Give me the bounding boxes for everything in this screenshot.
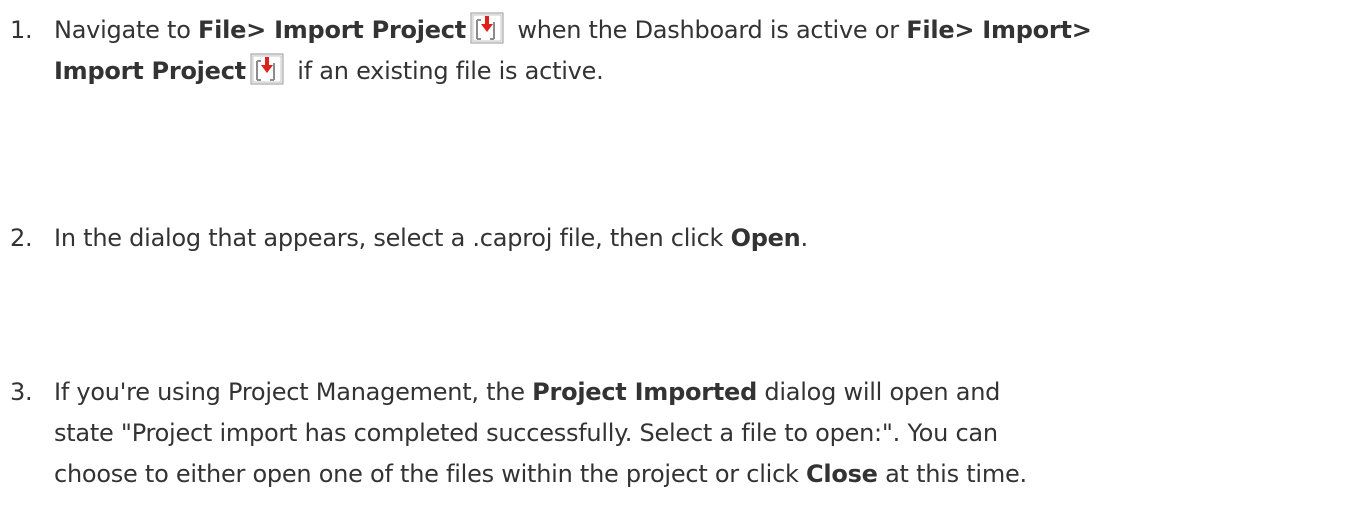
step-text-run: at this time. [877,460,1027,488]
step-text: Navigate to File> Import Project when th… [54,10,1344,92]
menu-path-import-project: Import Project [54,57,246,85]
step-2: 2. In the dialog that appears, select a … [0,218,1353,259]
import-project-icon [470,12,504,44]
step-number: 3. [10,378,33,406]
step-1: 1. Navigate to File> Import Project when… [0,10,1353,92]
step-text-run: when the Dashboard is active or [509,16,907,44]
close-button-reference: Close [806,460,878,488]
menu-path-file-import-project: File> Import Project [198,16,466,44]
import-project-icon [250,53,284,85]
open-button-reference: Open [730,224,801,252]
step-number: 2. [10,224,33,252]
step-text-run: dialog will open and [757,378,1001,406]
step-3: 3. If you're using Project Management, t… [0,372,1353,495]
step-number: 1. [10,16,33,44]
menu-path-file-import: File> Import> [906,16,1092,44]
step-text: In the dialog that appears, select a .ca… [54,218,1344,259]
step-text-run: Navigate to [54,16,198,44]
project-imported-dialog-reference: Project Imported [532,378,757,406]
step-text: If you're using Project Management, the … [54,372,1344,495]
step-text-run: state "Project import has completed succ… [54,419,998,447]
step-text-run: In the dialog that appears, select a .ca… [54,224,731,252]
step-text-run: . [800,224,809,252]
step-text-run: choose to either open one of the files w… [54,460,807,488]
step-text-run: if an existing file is active. [289,57,604,85]
step-text-run: If you're using Project Management, the [54,378,533,406]
